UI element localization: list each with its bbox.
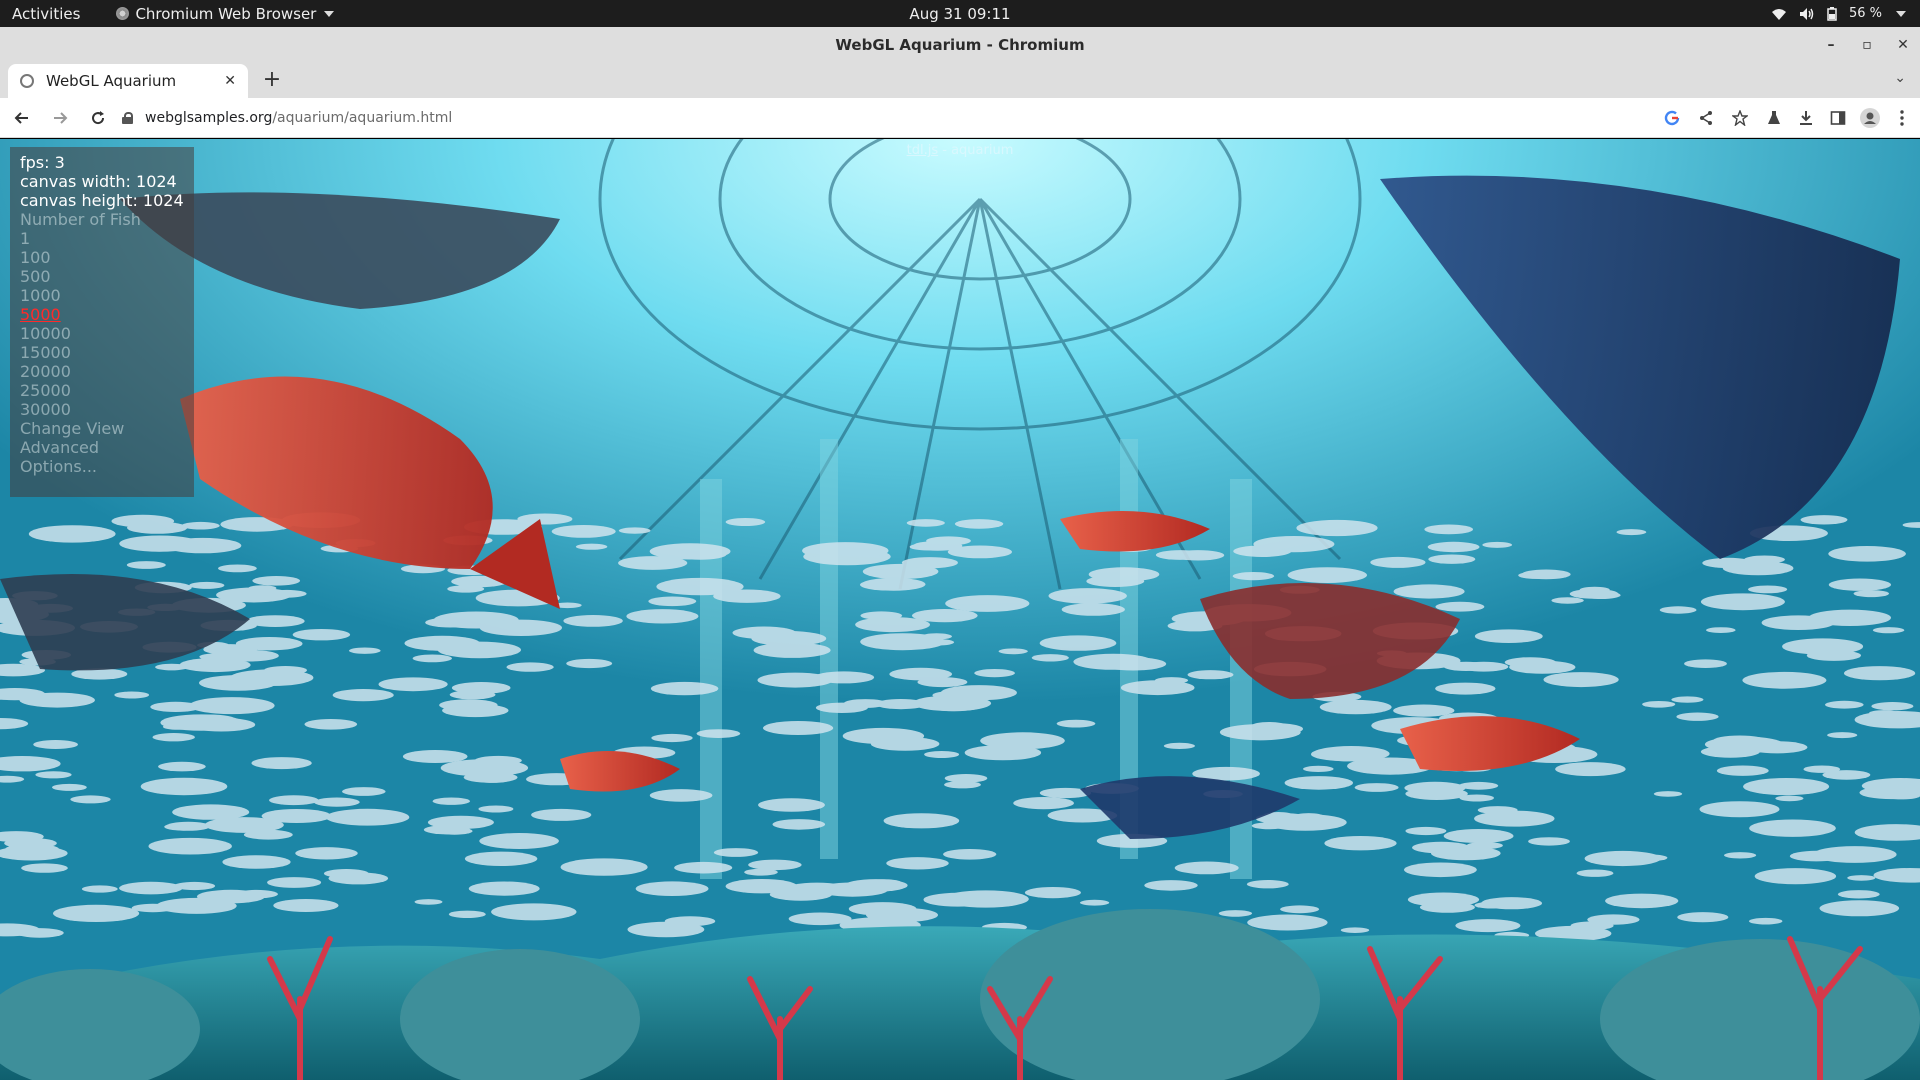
app-menu[interactable]: Chromium Web Browser bbox=[116, 4, 335, 23]
reload-icon bbox=[92, 110, 105, 124]
close-tab-icon[interactable]: ✕ bbox=[224, 73, 236, 89]
change-view-link[interactable]: Change View bbox=[20, 419, 184, 438]
fish-option-1[interactable]: 1 bbox=[20, 229, 184, 248]
minimize-button[interactable]: – bbox=[1824, 37, 1838, 53]
tab-strip: WebGL Aquarium ✕ + ⌄ bbox=[0, 62, 1920, 98]
lock-icon[interactable] bbox=[122, 112, 133, 124]
fish-option-500[interactable]: 500 bbox=[20, 267, 184, 286]
fish-option-10000[interactable]: 10000 bbox=[20, 324, 184, 343]
download-icon[interactable] bbox=[1796, 108, 1816, 128]
tab-webgl-aquarium[interactable]: WebGL Aquarium ✕ bbox=[8, 64, 248, 98]
chevron-down-icon bbox=[1896, 10, 1906, 17]
fish-option-5000[interactable]: 5000 bbox=[20, 305, 184, 324]
battery-icon bbox=[1827, 6, 1837, 21]
fish-option-1000[interactable]: 1000 bbox=[20, 286, 184, 305]
url-host: webglsamples.org bbox=[145, 110, 273, 126]
browser-toolbar: webglsamples.org/aquarium/aquarium.html bbox=[0, 98, 1920, 138]
hud-panel: fps: 3 canvas width: 1024 canvas height:… bbox=[10, 147, 194, 497]
wifi-icon bbox=[1771, 7, 1787, 21]
system-top-bar: Activities Chromium Web Browser Aug 31 0… bbox=[0, 0, 1920, 27]
bookmark-star-icon[interactable] bbox=[1730, 108, 1750, 128]
fish-option-25000[interactable]: 25000 bbox=[20, 381, 184, 400]
aquarium-scene-image bbox=[0, 139, 1920, 1080]
fps-readout: fps: 3 bbox=[20, 153, 65, 172]
close-window-button[interactable]: ✕ bbox=[1896, 37, 1910, 53]
share-icon[interactable] bbox=[1696, 108, 1716, 128]
google-lens-icon[interactable] bbox=[1662, 108, 1682, 128]
globe-icon bbox=[20, 74, 34, 88]
fish-option-30000[interactable]: 30000 bbox=[20, 400, 184, 419]
system-tray[interactable]: 56 % bbox=[1771, 6, 1906, 21]
window-title: WebGL Aquarium - Chromium bbox=[835, 35, 1085, 54]
tdl-link[interactable]: tdl.js bbox=[907, 143, 938, 158]
back-button[interactable] bbox=[6, 102, 38, 134]
clock[interactable]: Aug 31 09:11 bbox=[909, 5, 1010, 23]
activities-button[interactable]: Activities bbox=[0, 5, 92, 23]
tdl-watermark: tdl.js - aquarium bbox=[907, 143, 1014, 158]
arrow-left-icon bbox=[14, 111, 28, 124]
canvas-height-readout: canvas height: 1024 bbox=[20, 191, 184, 210]
chromium-icon bbox=[116, 7, 130, 20]
options-link[interactable]: Options... bbox=[20, 457, 184, 476]
fish-option-20000[interactable]: 20000 bbox=[20, 362, 184, 381]
advanced-link[interactable]: Advanced bbox=[20, 438, 184, 457]
aquarium-canvas[interactable]: tdl.js - aquarium fps: 3 canvas width: 1… bbox=[0, 139, 1920, 1080]
watermark-text: - aquarium bbox=[938, 143, 1014, 158]
canvas-width-readout: canvas width: 1024 bbox=[20, 172, 177, 191]
side-panel-icon[interactable] bbox=[1828, 108, 1848, 128]
battery-percent: 56 % bbox=[1848, 6, 1882, 21]
forward-button[interactable] bbox=[44, 102, 76, 134]
new-tab-button[interactable]: + bbox=[258, 66, 286, 94]
profile-avatar-icon[interactable] bbox=[1860, 108, 1880, 128]
toolbar-actions bbox=[1764, 102, 1912, 134]
arrow-right-icon bbox=[54, 111, 68, 124]
tab-search-chevron-icon[interactable]: ⌄ bbox=[1894, 70, 1906, 86]
window-controls: – ▫ ✕ bbox=[1824, 27, 1910, 62]
fish-option-100[interactable]: 100 bbox=[20, 248, 184, 267]
url-path: /aquarium/aquarium.html bbox=[272, 110, 453, 126]
volume-icon bbox=[1799, 7, 1815, 21]
fish-option-15000[interactable]: 15000 bbox=[20, 343, 184, 362]
maximize-button[interactable]: ▫ bbox=[1860, 37, 1874, 53]
window-titlebar[interactable]: WebGL Aquarium - Chromium – ▫ ✕ bbox=[0, 27, 1920, 62]
chevron-down-icon bbox=[324, 10, 335, 17]
fish-count-heading: Number of Fish bbox=[20, 210, 141, 229]
tab-title: WebGL Aquarium bbox=[46, 72, 177, 90]
extensions-flask-icon[interactable] bbox=[1764, 108, 1784, 128]
kebab-menu-icon[interactable] bbox=[1892, 108, 1912, 128]
app-menu-label: Chromium Web Browser bbox=[135, 4, 317, 23]
address-bar[interactable]: webglsamples.org/aquarium/aquarium.html bbox=[110, 103, 1750, 133]
